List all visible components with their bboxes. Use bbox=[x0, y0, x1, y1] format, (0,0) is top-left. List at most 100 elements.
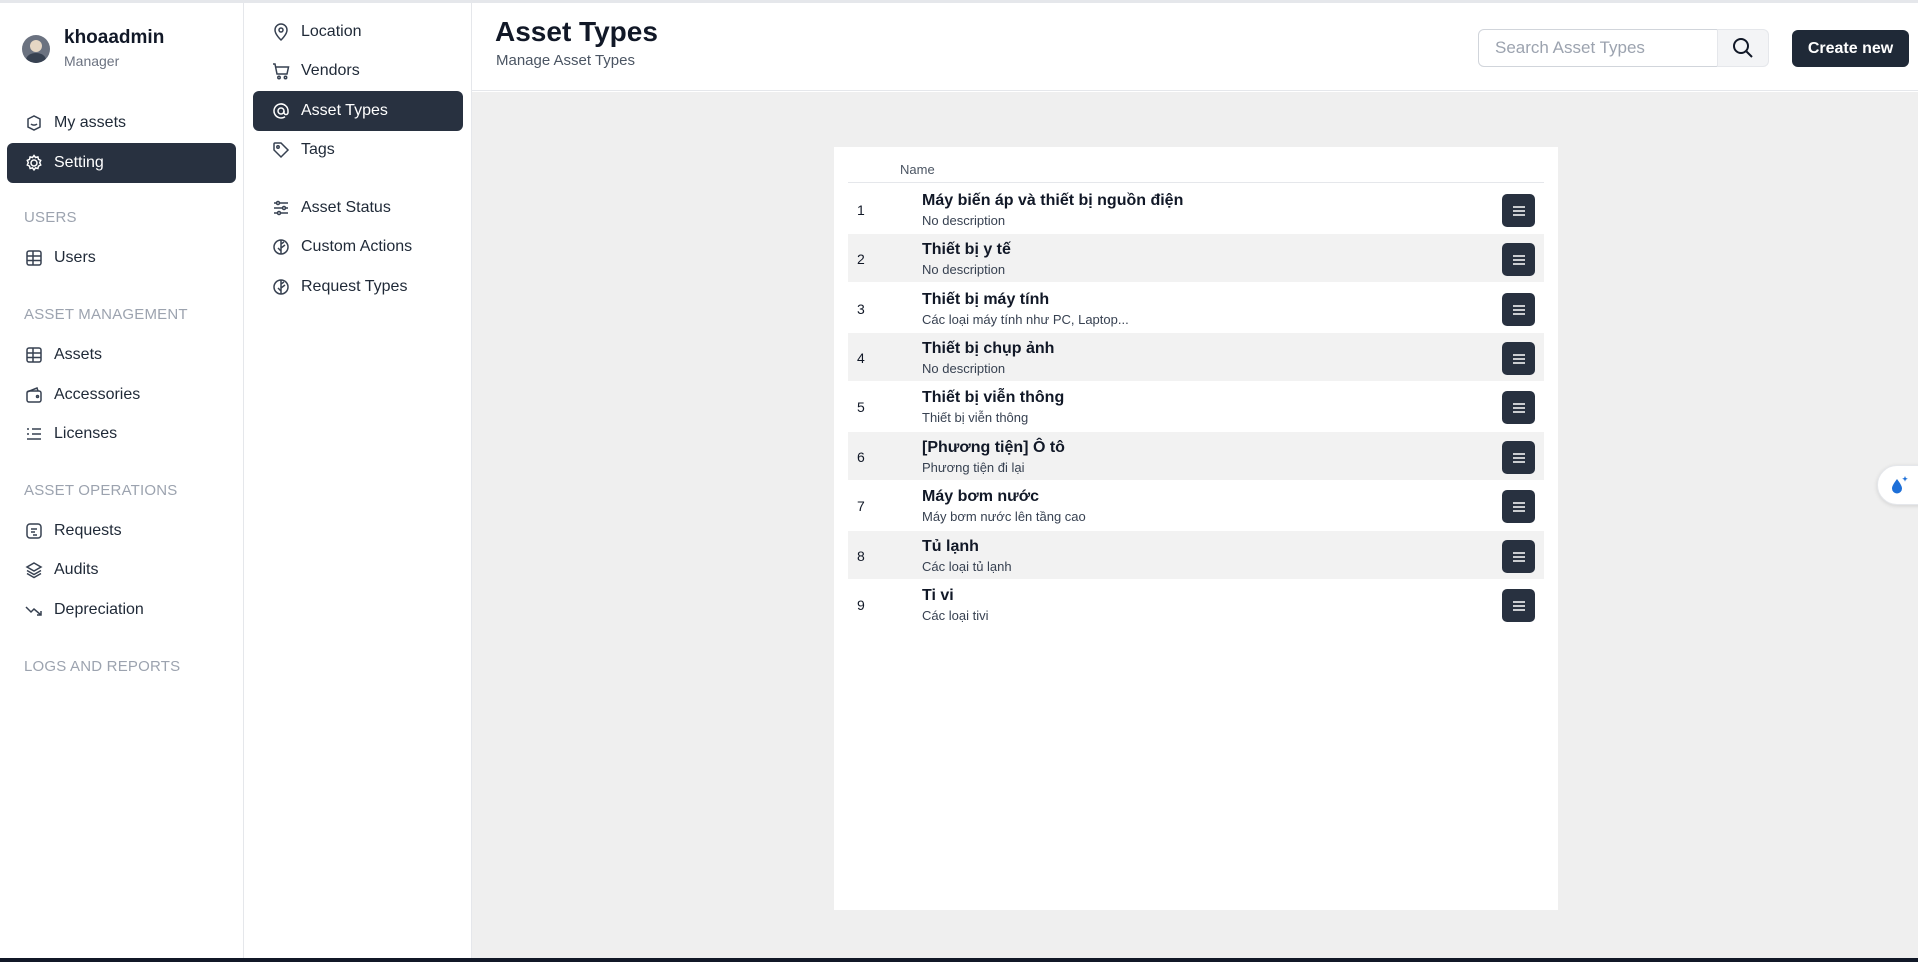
row-menu-button[interactable] bbox=[1502, 441, 1535, 474]
sidebar: khoaadmin Manager My assets Setting USER… bbox=[0, 3, 244, 958]
section-title-asset-operations: ASSET OPERATIONS bbox=[24, 482, 178, 499]
main-content: Name 1 Máy biến áp và thiết bị nguồn điệ… bbox=[472, 92, 1918, 958]
sidebar-item-label: My assets bbox=[54, 114, 127, 131]
row-menu-button[interactable] bbox=[1502, 540, 1535, 573]
row-menu-button[interactable] bbox=[1502, 391, 1535, 424]
sidebar-item-accessories[interactable]: Accessories bbox=[7, 375, 236, 415]
row-index: 6 bbox=[857, 449, 865, 465]
row-name: Thiết bị máy tính bbox=[922, 291, 1050, 308]
menu-icon bbox=[1512, 205, 1526, 217]
menu-icon bbox=[1512, 402, 1526, 414]
table-row[interactable]: 3 Thiết bị máy tính Các loại máy tính nh… bbox=[848, 284, 1544, 333]
row-menu-button[interactable] bbox=[1502, 589, 1535, 622]
leaf-icon bbox=[271, 237, 291, 257]
app-window: khoaadmin Manager My assets Setting USER… bbox=[0, 0, 1918, 962]
menu-icon bbox=[1512, 254, 1526, 266]
row-description: No description bbox=[922, 262, 1006, 277]
menu-icon bbox=[1512, 600, 1526, 612]
subnav-item-custom-actions[interactable]: Custom Actions bbox=[253, 227, 463, 267]
row-index: 7 bbox=[857, 498, 865, 514]
row-name: Ti vi bbox=[922, 587, 954, 604]
tag-icon bbox=[271, 140, 291, 160]
row-menu-button[interactable] bbox=[1502, 293, 1535, 326]
search-button[interactable] bbox=[1717, 29, 1769, 67]
menu-icon bbox=[1512, 501, 1526, 513]
subnav-item-asset-types[interactable]: Asset Types bbox=[253, 91, 463, 131]
table-row[interactable]: 7 Máy bơm nước Máy bơm nước lên tầng cao bbox=[848, 481, 1544, 530]
sidebar-item-label: Accessories bbox=[54, 386, 141, 403]
row-name: Tủ lạnh bbox=[922, 538, 979, 555]
subnav-item-request-types[interactable]: Request Types bbox=[253, 267, 463, 307]
row-menu-button[interactable] bbox=[1502, 490, 1535, 523]
trend-down-icon bbox=[24, 600, 44, 620]
sidebar-item-licenses[interactable]: Licenses bbox=[7, 414, 236, 454]
row-index: 3 bbox=[857, 301, 865, 317]
column-header-name: Name bbox=[900, 162, 935, 177]
row-name: Máy biến áp và thiết bị nguồn điện bbox=[922, 192, 1184, 209]
table-row[interactable]: 6 [Phương tiện] Ô tô Phương tiện đi lại bbox=[848, 432, 1544, 481]
create-new-button[interactable]: Create new bbox=[1792, 30, 1909, 67]
subnav-item-label: Request Types bbox=[301, 278, 408, 295]
subnav-item-vendors[interactable]: Vendors bbox=[253, 51, 463, 91]
sidebar-item-assets[interactable]: Assets bbox=[7, 335, 236, 375]
floating-assistant-button[interactable] bbox=[1877, 465, 1918, 505]
page-title: Asset Types bbox=[495, 16, 658, 47]
sidebar-item-depreciation[interactable]: Depreciation bbox=[7, 590, 236, 630]
sidebar-item-label: Audits bbox=[54, 561, 99, 578]
row-description: Các loại tủ lạnh bbox=[922, 559, 1012, 574]
sidebar-item-label: Setting bbox=[54, 154, 104, 171]
row-description: Các loại máy tính như PC, Laptop... bbox=[922, 312, 1129, 327]
sidebar-item-setting[interactable]: Setting bbox=[7, 143, 236, 183]
table-row[interactable]: 1 Máy biến áp và thiết bị nguồn điện No … bbox=[848, 185, 1544, 234]
table-row[interactable]: 2 Thiết bị y tế No description bbox=[848, 234, 1544, 283]
user-role: Manager bbox=[64, 53, 120, 69]
table-row[interactable]: 9 Ti vi Các loại tivi bbox=[848, 580, 1544, 629]
row-description: Các loại tivi bbox=[922, 608, 989, 623]
row-menu-button[interactable] bbox=[1502, 194, 1535, 227]
row-description: No description bbox=[922, 361, 1006, 376]
subnav-item-tags[interactable]: Tags bbox=[253, 130, 463, 170]
row-index: 4 bbox=[857, 350, 865, 366]
row-index: 5 bbox=[857, 399, 865, 415]
location-pin-icon bbox=[271, 22, 291, 42]
sidebar-item-users[interactable]: Users bbox=[7, 238, 236, 278]
search-icon bbox=[1731, 36, 1755, 60]
wallet-icon bbox=[24, 385, 44, 405]
settings-subnav: Location Vendors Asset Types Tags Asset … bbox=[244, 3, 472, 958]
subnav-item-label: Asset Types bbox=[301, 102, 388, 119]
subnav-item-asset-status[interactable]: Asset Status bbox=[253, 188, 463, 228]
row-index: 9 bbox=[857, 597, 865, 613]
row-description: Thiết bị viễn thông bbox=[922, 410, 1029, 425]
section-title-users: USERS bbox=[24, 209, 77, 226]
sidebar-item-label: Requests bbox=[54, 522, 122, 539]
row-name: Thiết bị viễn thông bbox=[922, 389, 1065, 406]
subnav-item-label: Vendors bbox=[301, 62, 360, 79]
sidebar-item-requests[interactable]: Requests bbox=[7, 511, 236, 551]
user-profile[interactable]: khoaadmin Manager bbox=[22, 25, 164, 71]
table-row[interactable]: 8 Tủ lạnh Các loại tủ lạnh bbox=[848, 531, 1544, 580]
sidebar-item-my-assets[interactable]: My assets bbox=[7, 103, 236, 143]
menu-icon bbox=[1512, 304, 1526, 316]
row-description: Phương tiện đi lại bbox=[922, 460, 1025, 475]
page-subtitle: Manage Asset Types bbox=[496, 52, 635, 69]
sidebar-item-audits[interactable]: Audits bbox=[7, 550, 236, 590]
layers-icon bbox=[24, 560, 44, 580]
sidebar-item-label: Licenses bbox=[54, 425, 118, 442]
row-menu-button[interactable] bbox=[1502, 342, 1535, 375]
at-sign-icon bbox=[271, 101, 291, 121]
row-name: Thiết bị chụp ảnh bbox=[922, 340, 1055, 357]
avatar bbox=[22, 35, 50, 63]
row-menu-button[interactable] bbox=[1502, 243, 1535, 276]
row-description: No description bbox=[922, 213, 1006, 228]
box-icon bbox=[24, 113, 44, 133]
user-name: khoaadmin bbox=[64, 27, 165, 48]
subnav-item-location[interactable]: Location bbox=[253, 12, 463, 52]
table-row[interactable]: 5 Thiết bị viễn thông Thiết bị viễn thôn… bbox=[848, 382, 1544, 431]
sidebar-item-label: Depreciation bbox=[54, 601, 144, 618]
search-input[interactable] bbox=[1478, 29, 1722, 67]
row-index: 8 bbox=[857, 548, 865, 564]
cart-icon bbox=[271, 61, 291, 81]
table-row[interactable]: 4 Thiết bị chụp ảnh No description bbox=[848, 333, 1544, 382]
row-index: 1 bbox=[857, 202, 865, 218]
asset-types-table: Name 1 Máy biến áp và thiết bị nguồn điệ… bbox=[834, 147, 1558, 910]
